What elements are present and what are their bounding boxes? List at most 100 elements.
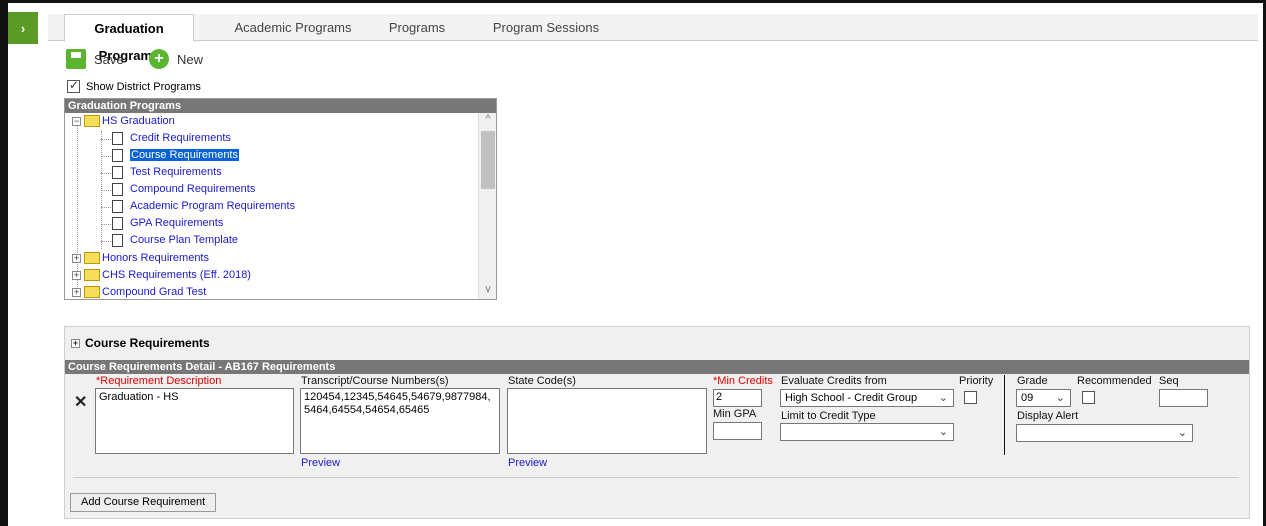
document-icon (112, 199, 123, 213)
tree-item-label: Honors Requirements (102, 252, 209, 264)
priority-label: Priority (959, 375, 994, 387)
scroll-down-icon[interactable]: v (479, 284, 497, 298)
tree-item-label: GPA Requirements (130, 217, 224, 229)
tree-item-test-requirements[interactable]: Test Requirements (112, 164, 222, 180)
tree-scrollbar[interactable]: ^ v (478, 113, 496, 299)
chevron-down-icon: ⌄ (1177, 427, 1187, 439)
tree-folder-chs-requirements[interactable]: + CHS Requirements (Eff. 2018) (72, 267, 251, 283)
plus-circle-icon: + (149, 49, 169, 69)
tree-item-academic-program-requirements[interactable]: Academic Program Requirements (112, 198, 295, 214)
tree-item-label: Compound Requirements (130, 183, 256, 195)
priority-checkbox[interactable] (964, 391, 977, 404)
tree-folder-honors-requirements[interactable]: + Honors Requirements (72, 250, 209, 266)
folder-icon (84, 286, 100, 298)
expand-icon[interactable]: + (72, 287, 81, 297)
tab-bar: Graduation Programs Academic Programs Pr… (48, 14, 1258, 63)
tree-body: − HS Graduation Credit Requirements Cours… (65, 113, 478, 299)
limit-to-credit-type-label: Limit to Credit Type (781, 410, 876, 422)
requirement-description-field[interactable]: Graduation - HS (95, 388, 294, 454)
tab-graduation-programs[interactable]: Graduation Programs (64, 14, 194, 63)
grade-select[interactable]: 09 ⌄ (1016, 389, 1071, 407)
new-label: New (177, 51, 204, 67)
folder-icon (84, 252, 100, 264)
tree-item-course-requirements[interactable]: Course Requirements (112, 147, 239, 163)
tree-folder-hs-graduation[interactable]: − HS Graduation (72, 113, 175, 129)
show-district-programs-checkbox[interactable] (67, 78, 80, 93)
chevron-down-icon: ⌄ (1055, 392, 1065, 404)
save-icon (66, 49, 86, 69)
display-alert-label: Display Alert (1017, 410, 1079, 422)
course-requirements-header[interactable]: + Course Requirements (65, 335, 1249, 351)
evaluate-credits-from-label: Evaluate Credits from (781, 375, 887, 387)
transcript-course-numbers-label: Transcript/Course Numbers(s) (301, 375, 449, 387)
state-codes-label: State Code(s) (508, 375, 576, 387)
tree-item-label: Compound Grad Test (102, 286, 207, 298)
section-divider (1004, 375, 1005, 455)
evaluate-credits-from-select[interactable]: High School - Credit Group ⌄ (780, 389, 954, 407)
document-icon (112, 131, 123, 145)
transcript-preview-link[interactable]: Preview (301, 457, 340, 469)
display-alert-select[interactable]: ⌄ (1016, 424, 1193, 442)
save-button[interactable]: Save (66, 46, 124, 72)
document-icon (112, 216, 123, 230)
expand-icon[interactable]: + (72, 253, 81, 263)
course-requirements-detail-title: Course Requirements Detail - AB167 Requi… (65, 360, 1249, 374)
collapse-icon[interactable]: − (72, 116, 81, 126)
chevron-down-icon: ⌄ (938, 392, 948, 404)
min-credits-label: *Min Credits (713, 375, 773, 387)
grade-label: Grade (1017, 375, 1048, 387)
expand-icon[interactable]: + (72, 270, 81, 280)
chevron-down-icon: ⌄ (938, 426, 948, 438)
document-icon (112, 165, 123, 179)
scrollbar-thumb[interactable] (481, 131, 495, 189)
document-icon (112, 182, 123, 196)
tree-item-label: Academic Program Requirements (130, 200, 296, 212)
folder-icon (84, 115, 100, 127)
tree-item-credit-requirements[interactable]: Credit Requirements (112, 130, 231, 146)
new-button[interactable]: + New (149, 46, 203, 72)
transcript-course-numbers-field[interactable]: 120454,12345,54645,54679,9877984,5464,64… (300, 388, 500, 454)
tree-folder-compound-grad-test[interactable]: + Compound Grad Test (72, 284, 206, 299)
tree-item-gpa-requirements[interactable]: GPA Requirements (112, 215, 223, 231)
save-label: Save (94, 51, 124, 67)
document-icon (112, 233, 123, 247)
seq-label: Seq (1159, 375, 1179, 387)
min-gpa-label: Min GPA (713, 408, 757, 420)
evaluate-credits-from-value: High School - Credit Group (785, 392, 918, 404)
tab-program-sessions[interactable]: Program Sessions (482, 14, 610, 41)
tab-academic-programs[interactable]: Academic Programs (220, 14, 366, 41)
tree-item-label: CHS Requirements (Eff. 2018) (102, 269, 251, 281)
tree-item-label: Test Requirements (130, 166, 222, 178)
min-gpa-field[interactable] (713, 422, 762, 440)
scroll-up-icon[interactable]: ^ (479, 114, 497, 128)
state-codes-preview-link[interactable]: Preview (508, 457, 547, 469)
recommended-checkbox[interactable] (1082, 391, 1095, 404)
show-district-programs: Show District Programs (67, 78, 201, 93)
tree-title: Graduation Programs (65, 99, 496, 113)
remove-requirement-icon[interactable]: ✕ (74, 392, 87, 412)
limit-to-credit-type-select[interactable]: ⌄ (780, 423, 954, 441)
graduation-programs-tree: Graduation Programs − HS Graduation Credi… (64, 98, 497, 300)
min-credits-field[interactable]: 2 (713, 389, 762, 407)
grade-value: 09 (1021, 392, 1034, 404)
add-course-requirement-button[interactable]: Add Course Requirement (70, 493, 217, 512)
tree-item-label: HS Graduation (102, 115, 175, 127)
recommended-label: Recommended (1077, 375, 1152, 387)
state-codes-field[interactable] (507, 388, 707, 454)
tree-item-compound-requirements[interactable]: Compound Requirements (112, 181, 255, 197)
tree-item-course-plan-template[interactable]: Course Plan Template (112, 232, 238, 248)
document-icon (112, 148, 123, 162)
tree-item-label: Course Plan Template (130, 234, 239, 246)
footer-divider (73, 477, 1239, 478)
chevron-right-icon: › (20, 20, 26, 36)
requirement-description-label: *Requirement Description (96, 375, 222, 387)
show-district-programs-label: Show District Programs (86, 80, 201, 93)
course-requirements-title: Course Requirements (85, 336, 210, 350)
seq-field[interactable] (1159, 389, 1208, 407)
tree-item-label: Credit Requirements (130, 132, 231, 144)
tree-item-label: Course Requirements (130, 149, 239, 161)
sidebar-toggle-button[interactable]: › (8, 12, 38, 44)
folder-icon (84, 269, 100, 281)
tab-programs[interactable]: Programs (382, 14, 452, 41)
expand-icon[interactable]: + (71, 338, 80, 348)
